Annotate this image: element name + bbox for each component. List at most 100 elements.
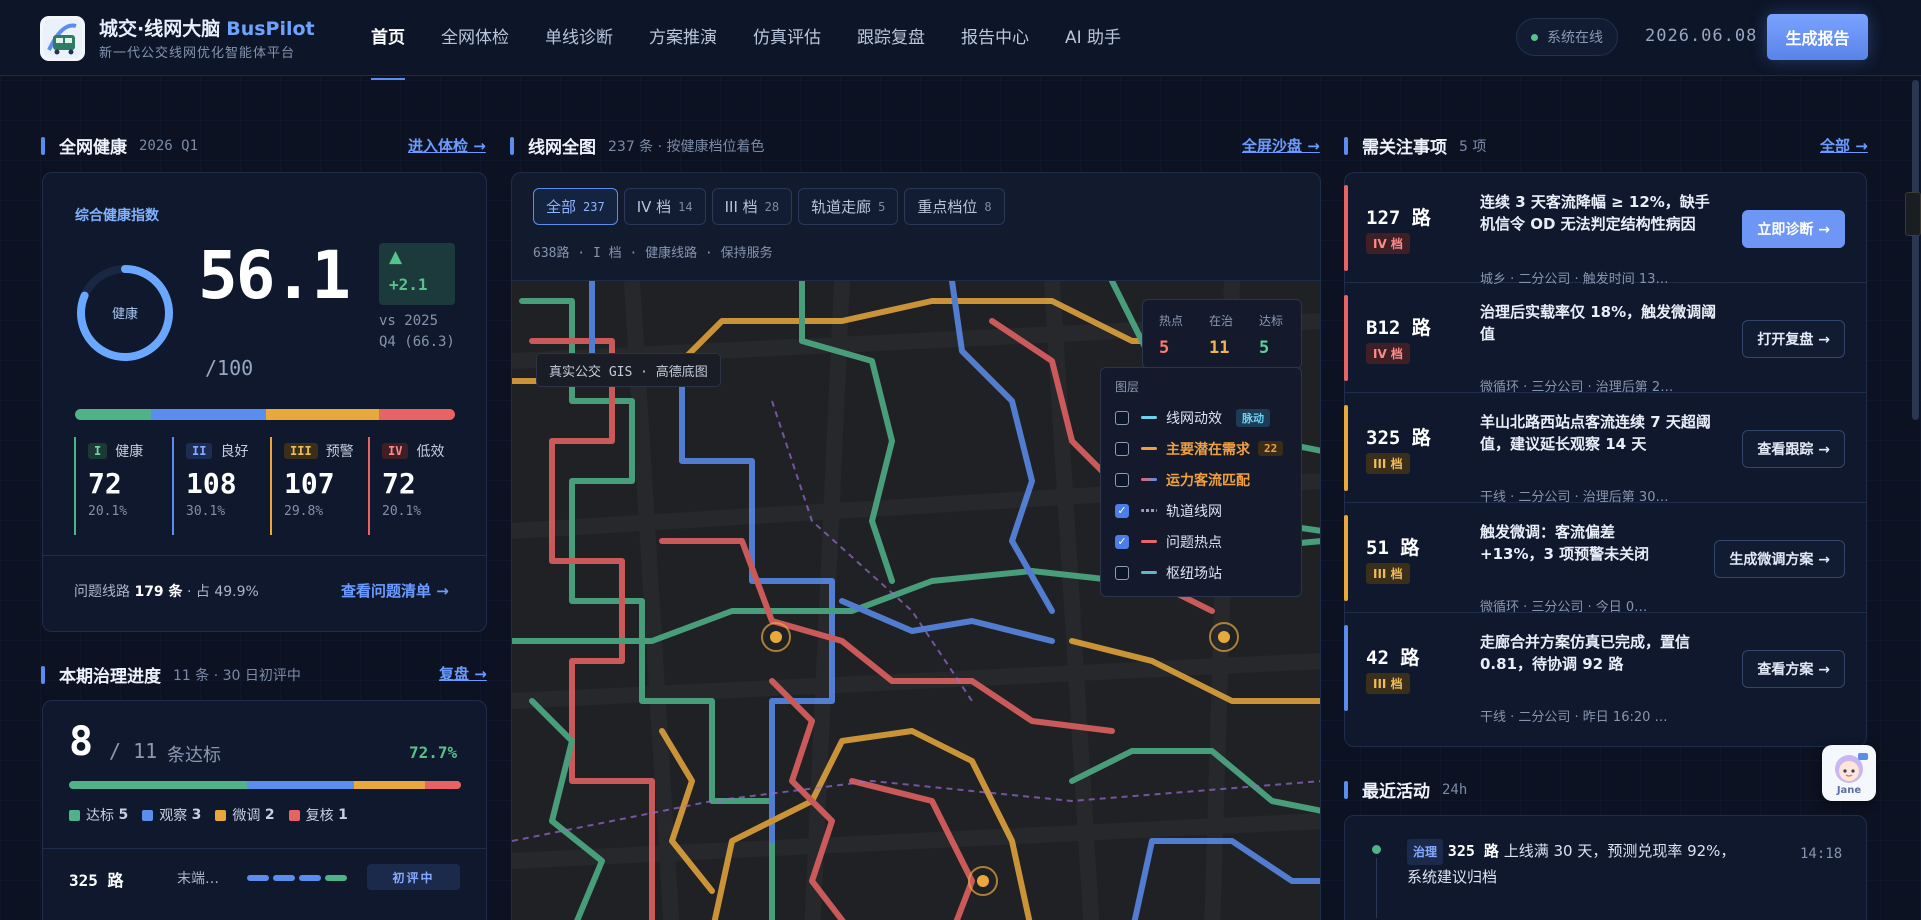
alert-item[interactable]: B12 路 IV 档 治理后实载率仅 18%，触发微调阈值 微循环 · 三分公司… [1344,283,1867,395]
alert-item[interactable]: 325 路 III 档 羊山北路西站点客流连续 7 天超阈值，建议延长观察 14… [1344,393,1867,505]
layer-problem-hotspots[interactable]: ✓ 问题热点 [1115,526,1287,557]
map-stats-panel: 热点 5 在治 11 达标 5 [1142,299,1302,369]
alert-text: 连续 3 天客流降幅 ≥ 12%，缺手机信令 OD 无法判定结构性病因 [1480,193,1710,233]
section-marker [41,665,45,684]
tab-key-level[interactable]: 重点档位 8 [904,188,1005,225]
layer-checkbox[interactable] [1115,565,1129,580]
layer-capacity-match[interactable]: 运力客流匹配 [1115,464,1287,495]
generate-report-button[interactable]: 生成报告 [1767,14,1868,60]
nav-ai-assistant[interactable]: AI 助手 [1047,0,1139,76]
alert-route: 51 路 [1366,537,1420,559]
problem-share: · 占 49.9% [187,584,259,600]
alert-item[interactable]: 51 路 III 档 触发微调：客流偏差 +13%，3 项预警未关闭 微循环 ·… [1344,503,1867,615]
map-source-label: 真实公交 GIS · 高德底图 [536,353,721,387]
nav-plan-deduction[interactable]: 方案推演 [631,0,735,76]
level-i-name: 健康 [115,444,144,460]
progress-distribution-bar [69,781,461,789]
layer-network-animation[interactable]: 线网动效 脉动 [1115,402,1287,433]
activity-dot-icon [1372,845,1381,854]
nav-tracking-review[interactable]: 跟踪复盘 [839,0,943,76]
layer-checkbox[interactable] [1115,410,1129,425]
alert-route: 325 路 [1366,427,1431,449]
page-scrollbar[interactable] [1912,80,1919,420]
nav-simulation[interactable]: 仿真评估 [735,0,839,76]
tab-level-iii-label: III 档 [724,198,758,216]
layer-swatch [1141,509,1157,512]
alert-route: 42 路 [1366,647,1420,669]
review-link[interactable]: 复盘 → [439,663,487,684]
nav-report-center[interactable]: 报告中心 [943,0,1047,76]
side-drawer-tab[interactable] [1905,192,1921,236]
tab-level-iv[interactable]: IV 档 14 [623,188,706,225]
top-bar: 城交·线网大脑 BusPilot 新一代公交线网优化智能体平台 首页 全网体检 单… [0,0,1921,80]
alert-item[interactable]: 127 路 IV 档 连续 3 天客流降幅 ≥ 12%，缺手机信令 OD 无法判… [1344,173,1867,287]
progress-divider [43,848,486,849]
section-marker [41,136,45,155]
level-iii-name: 预警 [325,444,354,460]
ring-label: 健康 [111,307,138,322]
alerts-count: 5 项 [1459,138,1487,155]
checkmark-icon[interactable]: ✓ [1115,534,1129,549]
layer-label: 问题热点 [1166,534,1222,551]
alert-level-bar [1344,185,1348,271]
tab-all-count: 237 [583,199,605,214]
level-ii-code: II [186,443,213,459]
fullscreen-sandbox-link[interactable]: 全屏沙盘 → [1242,135,1320,156]
progress-sub: 11 条 · 30 日初评中 [173,667,301,684]
progress-row-steps [247,875,347,881]
tab-all-label: 全部 [546,198,577,216]
open-review-button[interactable]: 打开复盘 → [1742,320,1845,358]
legend-recheck-label: 复核 [305,808,334,824]
alert-item[interactable]: 42 路 III 档 走廊合并方案仿真已完成，置信 0.81，待协调 92 路 … [1344,613,1867,725]
layer-hub-stations[interactable]: 枢纽场站 [1115,557,1287,588]
alert-text: 触发微调：客流偏差 +13%，3 项预警未关闭 [1480,523,1650,563]
layer-badge: 22 [1258,441,1284,456]
legend-pass-label: 达标 [86,808,114,824]
level-i-pct: 20.1% [88,504,128,519]
nav-network-check[interactable]: 全网体检 [423,0,527,76]
generate-adjustment-button[interactable]: 生成微调方案 → [1714,540,1845,578]
tab-rail-corridor[interactable]: 轨道走廊 5 [798,188,899,225]
progress-row-badge: 初评中 [367,864,460,890]
view-tracking-button[interactable]: 查看跟踪 → [1742,430,1845,468]
view-plan-button[interactable]: 查看方案 → [1742,650,1845,688]
checkmark-icon[interactable]: ✓ [1115,503,1129,518]
section-marker [1344,136,1348,155]
health-score: 56.1 [198,237,351,314]
diagnose-now-button[interactable]: 立即诊断 → [1742,210,1845,248]
layer-rail-network[interactable]: ✓ 轨道线网 [1115,495,1287,526]
progress-row[interactable]: 325 路 末端… 初评中 [43,861,486,905]
health-delta: +2.1 [389,275,428,294]
legend-observe-label: 观察 [159,808,188,824]
layer-checkbox[interactable] [1115,441,1129,456]
all-alerts-link[interactable]: 全部 → [1820,135,1868,156]
health-period: 2026 Q1 [139,137,199,154]
tab-all[interactable]: 全部 237 [533,188,618,225]
level-ii-pct: 30.1% [186,504,226,519]
app-name-en: BusPilot [226,18,315,40]
progress-rate: 72.7% [409,743,458,762]
legend-adjust-label: 微调 [232,808,261,824]
nav-line-diagnosis[interactable]: 单线诊断 [527,0,631,76]
health-title: 全网健康 [59,138,127,158]
legend-recheck-count: 1 [338,807,348,823]
layer-label: 枢纽场站 [1166,565,1222,582]
layer-label: 轨道线网 [1166,503,1222,520]
layer-potential-demand[interactable]: 主要潜在需求 22 [1115,433,1287,464]
health-compare: vs 2025 Q4 (66.3) [379,313,455,350]
assistant-name: Jane [1836,785,1862,796]
stat-passed-value: 5 [1259,338,1270,358]
alert-level-bar [1344,295,1348,381]
progress-section-header: 本期治理进度 11 条 · 30 日初评中 [41,662,301,687]
enter-checkup-link[interactable]: 进入体检 → [408,135,486,156]
nav-home[interactable]: 首页 [353,0,423,80]
problem-list-link[interactable]: 查看问题清单 → [341,580,449,601]
app-name-cn: 城交·线网大脑 [99,18,221,40]
layer-checkbox[interactable] [1115,472,1129,487]
health-card: 综合健康指数 健康 56.1 /100 ▲ +2.1 vs 2025 Q4 (6… [42,172,487,632]
ai-assistant-avatar-button[interactable]: Jane [1822,745,1876,801]
health-score-max: /100 [205,356,254,380]
bus-logo-icon[interactable] [40,16,85,61]
tab-level-iii[interactable]: III 档 28 [711,188,793,225]
activity-item[interactable]: 治理 325 路 上线满 30 天，预测兑现率 92%，系统建议归档 [1407,839,1747,889]
